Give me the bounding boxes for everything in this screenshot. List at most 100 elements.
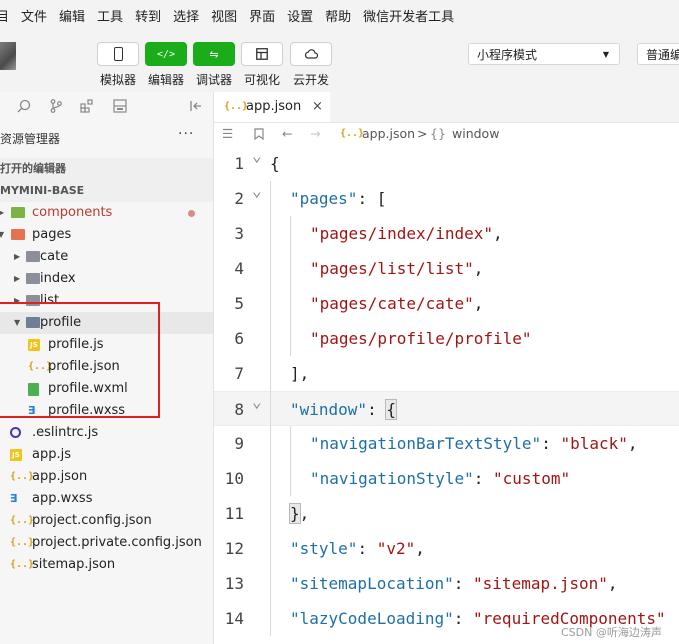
code-line[interactable]: 12 "style": "v2", [214, 531, 679, 566]
code-line[interactable]: 13 "sitemapLocation": "sitemap.json", [214, 566, 679, 601]
code-line[interactable]: 5 "pages/cate/cate", [214, 286, 679, 321]
fold-icon[interactable]: ⌄ [252, 138, 262, 173]
code-token: "pages/cate/cate" [310, 294, 474, 313]
open-editors-section[interactable]: 打开的编辑器 [0, 158, 213, 180]
code-token: } [289, 503, 301, 524]
folder-icon [26, 273, 40, 284]
menu-item[interactable]: 帮助 [325, 6, 351, 25]
tree-item-label: project.config.json [32, 513, 152, 528]
line-number: 13 [224, 574, 244, 593]
close-icon[interactable]: × [312, 92, 323, 122]
menu-item[interactable]: 目 [0, 6, 9, 25]
line-number: 11 [224, 504, 244, 523]
back-arrow-icon[interactable]: ← [282, 122, 292, 146]
line-number: 4 [234, 259, 244, 278]
menu-item[interactable]: 编辑 [59, 6, 85, 25]
menu-item[interactable]: 选择 [173, 6, 199, 25]
code-token: "pages/list/list" [310, 259, 474, 278]
editor-button[interactable]: </> 编辑器 [145, 42, 187, 88]
chevron-down-icon[interactable]: ▼ [0, 224, 4, 246]
json-file-icon: {..} [224, 101, 249, 112]
mode-select[interactable]: 小程序模式 ▼ [468, 43, 620, 65]
cloud-button[interactable]: 云开发 [290, 42, 332, 88]
project-section[interactable]: MYMINI-BASE [0, 180, 213, 202]
tree-item[interactable]: .eslintrc.js [0, 422, 213, 444]
breadcrumb: ☰ ← → {..} app.json > {} window [214, 122, 679, 146]
code-token: { [270, 154, 280, 173]
menu-item[interactable]: 界面 [249, 6, 275, 25]
tree-item[interactable]: {..} project.private.config.json [0, 532, 213, 554]
code-editor[interactable]: 1 ⌄{2 ⌄ "pages": [ 3 "pages/index/index", 4 "pa… [214, 146, 679, 644]
code-line[interactable]: 4 "pages/list/list", [214, 251, 679, 286]
line-number: 7 [234, 364, 244, 383]
menu-bar: 目文件 编辑 工具 转到 选择 视图 界面 设置 帮助 微信开发者工具 [0, 0, 679, 30]
menu-item[interactable]: 视图 [211, 6, 237, 25]
menu-item[interactable]: 文件 [21, 6, 47, 25]
line-number: 3 [234, 224, 244, 243]
layout-icon [256, 48, 268, 60]
cloud-storage-icon[interactable] [113, 99, 127, 113]
breadcrumb-node[interactable]: window [452, 122, 499, 146]
tree-item[interactable]: {..} sitemap.json [0, 554, 213, 576]
code-line[interactable]: 6 "pages/profile/profile" [214, 321, 679, 356]
tree-item-label: components [32, 205, 113, 220]
tree-item[interactable]: ▼ pages [0, 224, 213, 246]
code-line[interactable]: 9 "navigationBarTextStyle": "black", [214, 426, 679, 461]
code-text: "pages/index/index", [310, 216, 503, 251]
json-file-icon: {..} [10, 471, 35, 482]
chevron-right-icon[interactable]: ▶ [0, 202, 4, 224]
tree-item-label: app.json [32, 469, 88, 484]
line-number: 14 [224, 609, 244, 628]
tree-item[interactable]: ∃ app.wxss [0, 488, 213, 510]
menu-item[interactable]: 微信开发者工具 [363, 6, 454, 25]
avatar[interactable] [0, 42, 16, 70]
code-token: ], [290, 364, 310, 383]
fold-icon[interactable]: ⌄ [252, 173, 262, 208]
code-line[interactable]: 11}, [214, 496, 679, 531]
tree-item[interactable]: ▶ cate [0, 246, 213, 268]
code-line[interactable]: 2 ⌄ "pages": [ [214, 181, 679, 216]
code-token: "sitemapLocation" [290, 574, 454, 593]
more-actions-icon[interactable]: ··· [178, 126, 194, 142]
tree-item-label: index [40, 271, 76, 286]
phone-icon [113, 47, 123, 61]
list-icon[interactable]: ☰ [222, 122, 233, 146]
code-line[interactable]: 7], [214, 356, 679, 391]
code-text: "pages": [ [290, 181, 386, 216]
simulator-button[interactable]: 模拟器 [97, 42, 139, 88]
menu-item[interactable]: 工具 [97, 6, 123, 25]
tree-item[interactable]: {..} project.config.json [0, 510, 213, 532]
visual-button[interactable]: 可视化 [241, 42, 283, 88]
folder-icon [11, 229, 25, 240]
tree-item[interactable]: ▶ components [0, 202, 213, 224]
chevron-right-icon[interactable]: ▶ [14, 246, 20, 268]
tree-item[interactable]: ▶ index [0, 268, 213, 290]
compile-select[interactable]: 普通编 [637, 43, 679, 65]
search-icon[interactable] [17, 99, 31, 113]
forward-arrow-icon[interactable]: → [310, 122, 320, 146]
menu-item[interactable]: 设置 [287, 6, 313, 25]
code-line[interactable]: 10 "navigationStyle": "custom" [214, 461, 679, 496]
code-line[interactable]: 8 ⌄ "window": { [214, 391, 679, 426]
source-control-icon[interactable] [50, 99, 62, 113]
tab-app-json[interactable]: {..} app.json × [214, 92, 330, 122]
explorer-title: 资源管理器 [0, 132, 61, 146]
tree-item[interactable]: {..} app.json [0, 466, 213, 488]
line-number: 9 [234, 434, 244, 453]
extensions-icon[interactable] [80, 99, 94, 113]
chevron-right-icon[interactable]: ▶ [14, 268, 20, 290]
tree-item[interactable]: JS app.js [0, 444, 213, 466]
code-line[interactable]: 1 ⌄{ [214, 146, 679, 181]
breadcrumb-file[interactable]: app.json [362, 122, 415, 146]
mode-select-value: 小程序模式 [477, 48, 538, 62]
cloud-icon [304, 49, 318, 59]
visual-label: 可视化 [243, 73, 280, 87]
code-line[interactable]: 3 "pages/index/index", [214, 216, 679, 251]
code-token: : [453, 609, 474, 628]
fold-icon[interactable]: ⌄ [252, 384, 262, 419]
menu-item[interactable]: 转到 [135, 6, 161, 25]
tree-item-label: .eslintrc.js [32, 425, 99, 440]
collapse-panel-icon[interactable] [189, 99, 203, 113]
debugger-button[interactable]: ⇋ 调试器 [193, 42, 235, 88]
indent-guide [290, 216, 291, 356]
